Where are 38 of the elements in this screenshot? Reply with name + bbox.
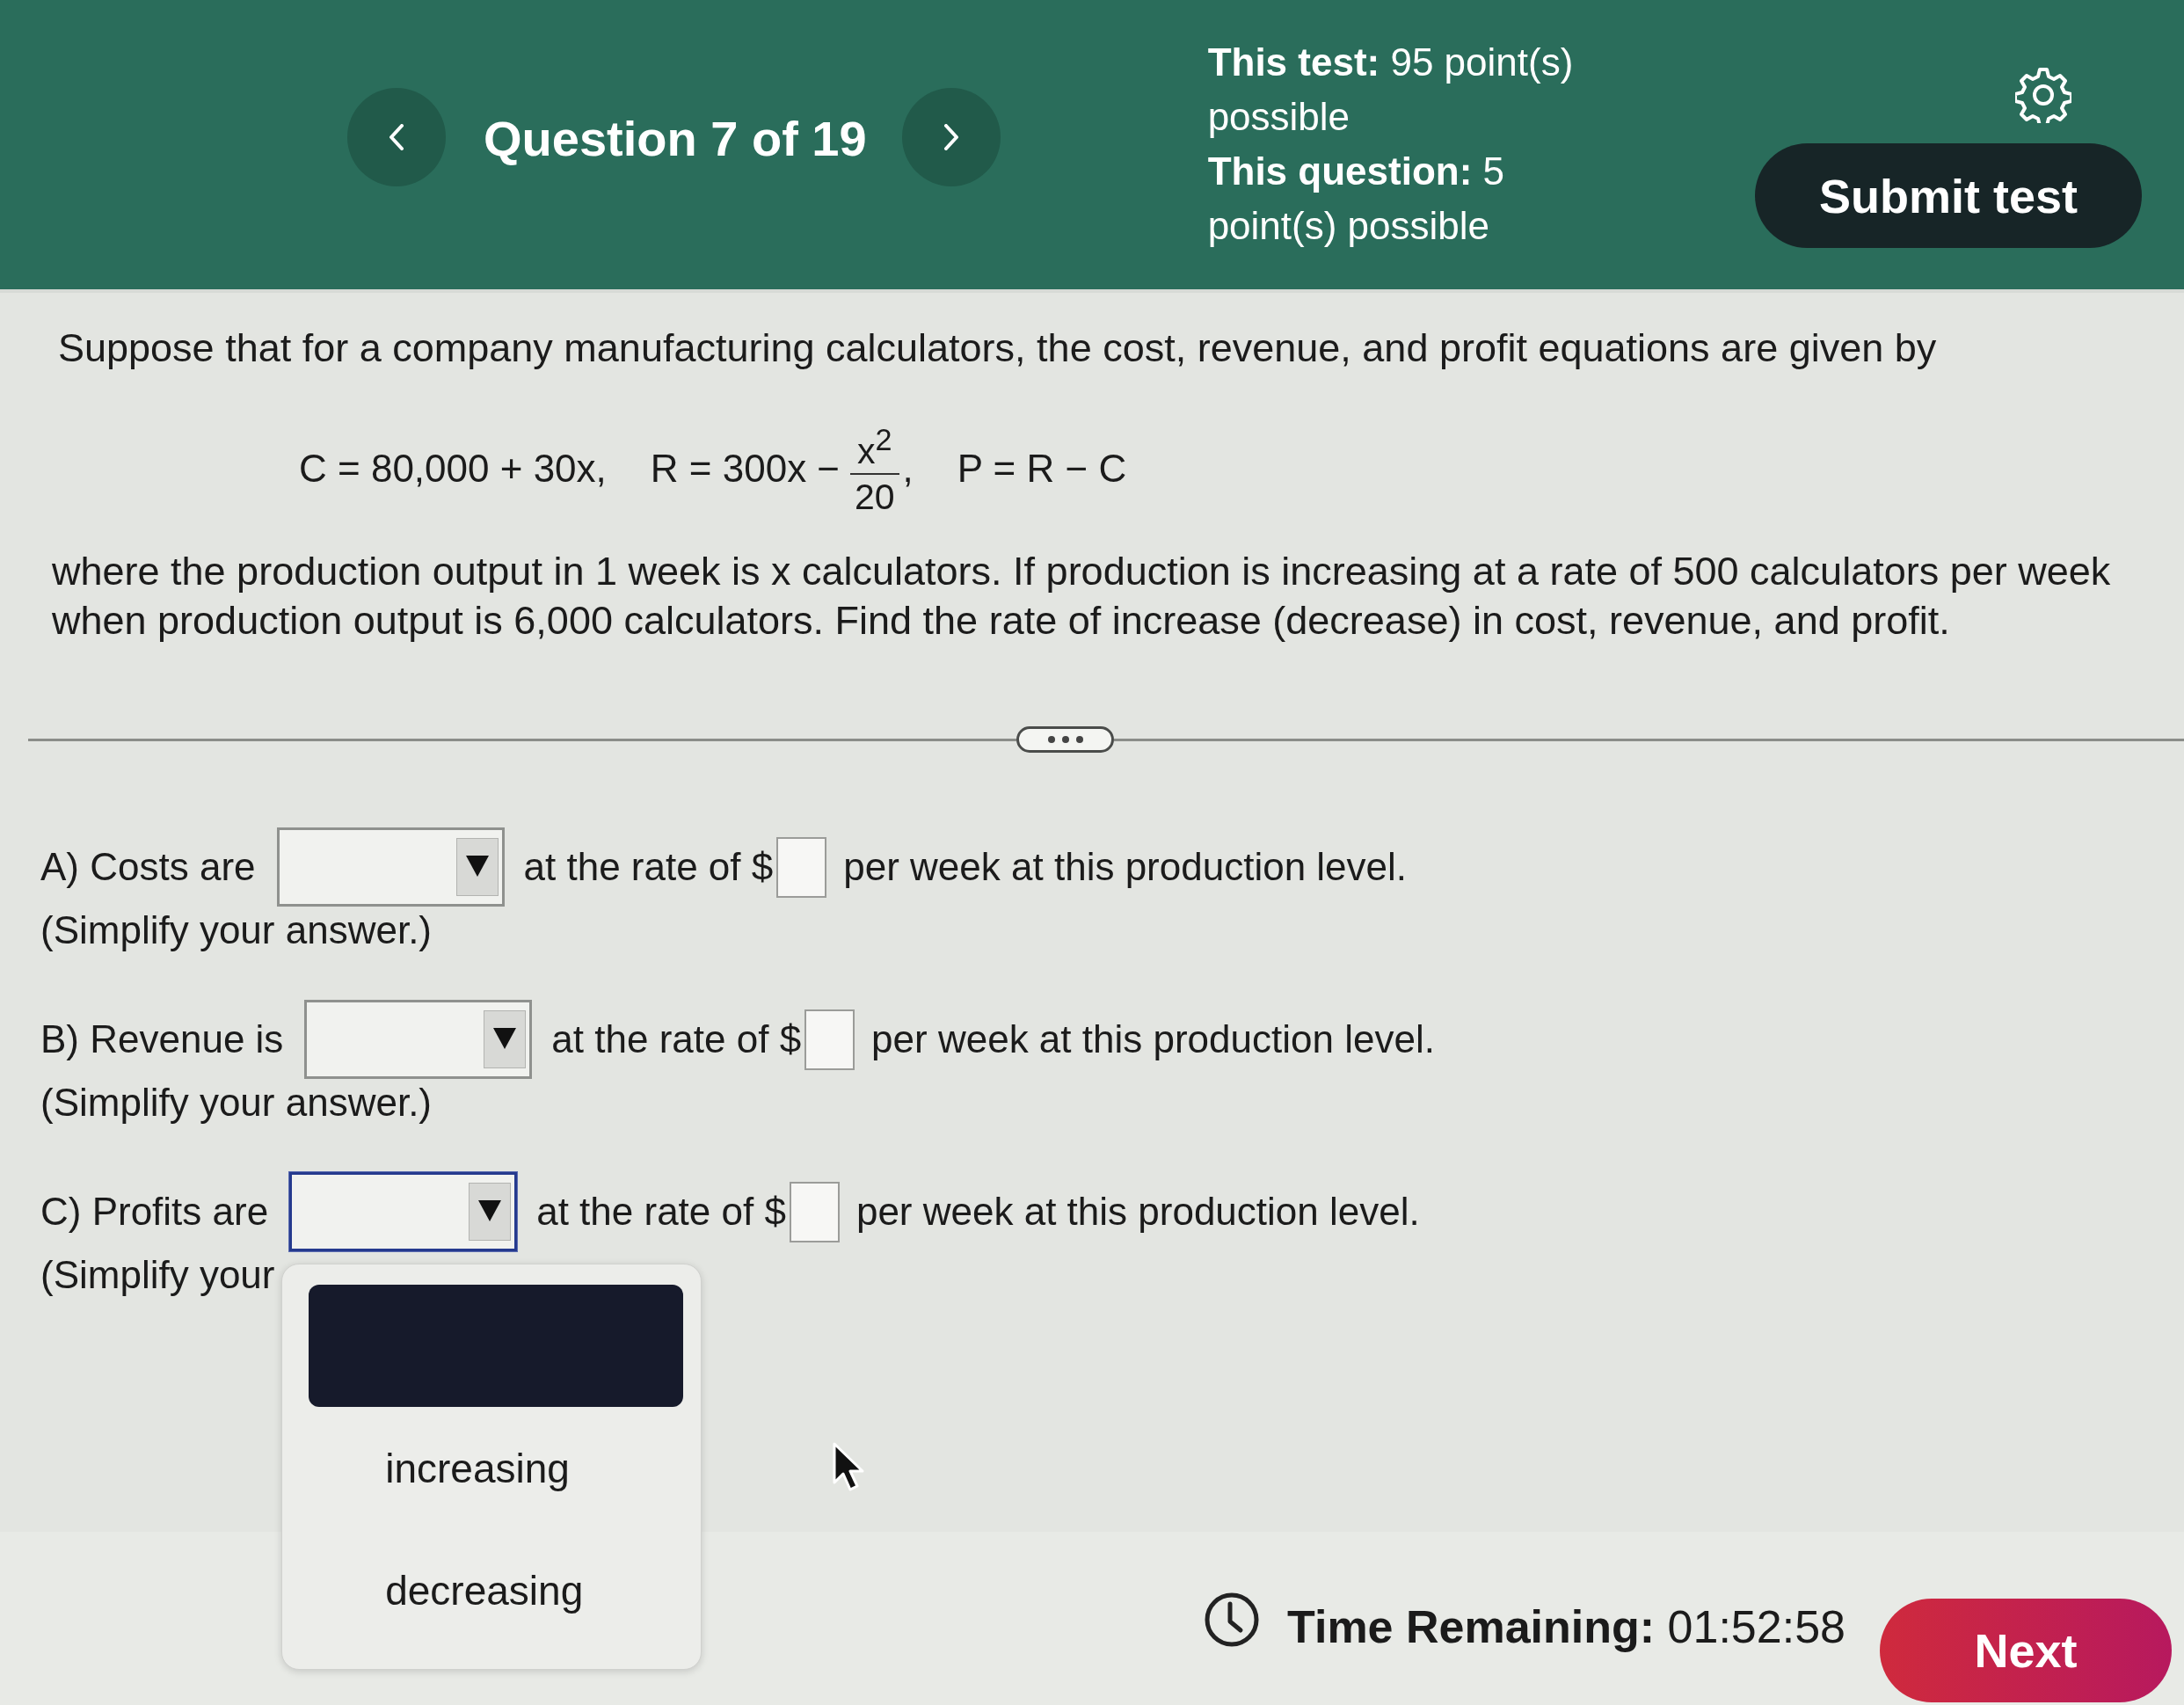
points-text: This question: 5 point(s) possible <box>1207 149 1505 249</box>
timer-text: Time Remaining: 01:52:58 <box>1287 1600 1845 1653</box>
caret-icon[interactable] <box>484 1010 527 1068</box>
more-button[interactable] <box>1016 726 1114 753</box>
menu-option[interactable]: decreasing <box>309 1529 684 1651</box>
question-title: Question 7 of 19 <box>484 111 867 167</box>
clock-icon <box>1204 1592 1261 1648</box>
rate-label: at the rate of $ <box>551 1017 802 1061</box>
question-text: per week at this production level. <box>855 1190 1420 1234</box>
menu-option[interactable]: increasing <box>309 1407 684 1529</box>
question-label: A) Costs are <box>40 845 256 889</box>
rate-label: at the rate of $ <box>523 845 774 889</box>
chevron-right-icon[interactable] <box>943 124 959 150</box>
equation: C = 80,000 + 30x, <box>299 446 607 491</box>
question-text: per week at this production level. <box>843 845 1408 889</box>
answer-box[interactable] <box>789 1181 840 1242</box>
hint-text: (Simplify your answer.) <box>40 1080 432 1126</box>
hint-text: (Simplify your answer.) <box>40 907 432 953</box>
equation: P = R − C <box>957 446 1127 491</box>
chevron-left-icon[interactable] <box>389 124 404 150</box>
caret-icon[interactable] <box>469 1183 512 1241</box>
problem-text: where the production output in 1 week is x calculators. If production is increasing at a rate of 500 calculators per week when production output is 6,000 calculators. Find the rate of increase (decrease) in cost, revenue, and profit. <box>52 548 2112 645</box>
next-button[interactable]: Next <box>1880 1599 2172 1702</box>
answer-box[interactable] <box>776 836 827 898</box>
ellipsis-icon[interactable] <box>1047 736 1083 743</box>
answer-box[interactable] <box>804 1009 855 1070</box>
answer-dropdown[interactable] <box>289 1172 518 1251</box>
submit-button[interactable]: Submit test <box>1755 143 2142 248</box>
intro-text: Suppose that for a company manufacturing calculators, the cost, revenue, and profit equations are given by <box>58 324 1937 372</box>
rate-label: at the rate of $ <box>536 1190 786 1234</box>
hint-text: (Simplify your <box>40 1252 275 1298</box>
points-text: This test: 95 point(s) possible <box>1207 40 1575 140</box>
cursor-icon <box>833 1442 864 1491</box>
question-label: B) Revenue is <box>40 1017 284 1061</box>
question-label: C) Profits are <box>40 1190 269 1234</box>
question-text: per week at this production level. <box>871 1017 1435 1061</box>
settings-icon[interactable] <box>2015 67 2071 123</box>
caret-icon[interactable] <box>455 838 499 896</box>
